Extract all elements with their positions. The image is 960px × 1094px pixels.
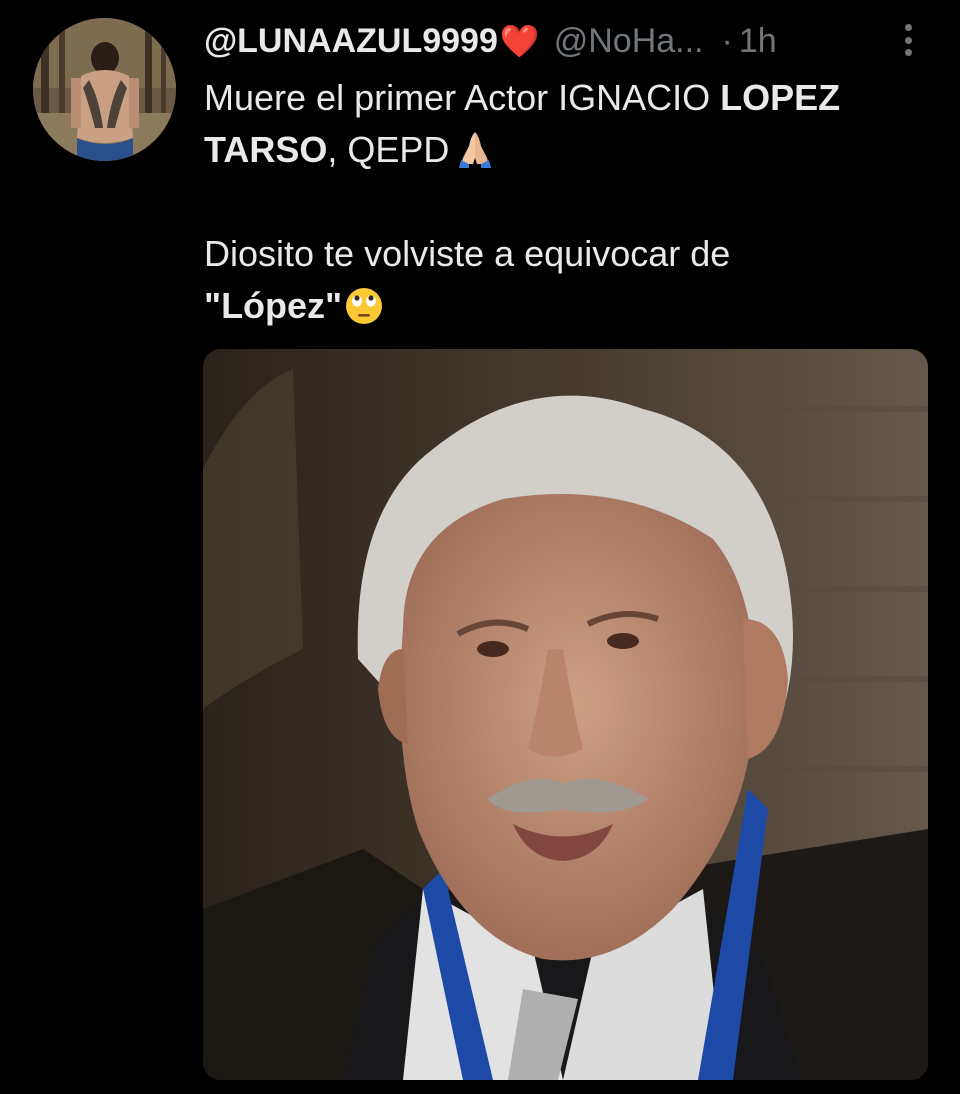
tweet-timestamp[interactable]: 1h	[739, 22, 777, 61]
tweet-text-bold-segment: TARSO	[204, 129, 328, 170]
tweet-text-line-2: TARSO, QEPD	[204, 124, 934, 176]
tweet-header: @LUNAAZUL9999 ❤️ @NoHa... · 1h	[204, 16, 924, 66]
tweet-text-bold-segment: LOPEZ	[720, 77, 841, 118]
tweet-text-line-3: Diosito te volviste a equivocar de	[204, 233, 731, 274]
tweet-text-line-4: "López"	[204, 280, 934, 332]
tweet-text-segment: , QEPD	[327, 129, 450, 170]
face-with-rolling-eyes-emoji	[344, 286, 384, 326]
more-vertical-icon[interactable]	[898, 20, 918, 60]
folded-hands-emoji	[455, 128, 495, 168]
tweet-text-segment: Muere el primer Actor IGNACIO	[204, 77, 721, 118]
avatar[interactable]	[33, 18, 176, 161]
author-handle[interactable]: @NoHa...	[554, 22, 704, 61]
tweet-media-image[interactable]	[203, 349, 928, 1080]
tweet[interactable]: @LUNAAZUL9999 ❤️ @NoHa... · 1h Muere el …	[0, 0, 960, 1094]
tweet-text: Muere el primer Actor IGNACIO LOPEZ TARS…	[204, 72, 934, 332]
tweet-text-line-1: Muere el primer Actor IGNACIO LOPEZ	[204, 72, 934, 124]
red-heart-emoji: ❤️	[499, 23, 540, 59]
author-username[interactable]: @LUNAAZUL9999	[204, 22, 498, 61]
separator-dot: ·	[721, 21, 733, 60]
tweet-text-bold-segment: "López"	[204, 285, 343, 326]
